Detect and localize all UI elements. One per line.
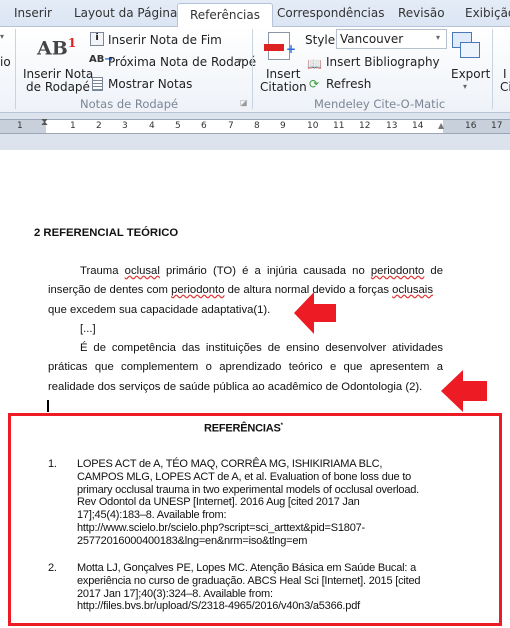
plus-icon: + xyxy=(286,42,297,56)
ribbon: io ▾ AB1 Inserir Nota de Rodapé i Inseri… xyxy=(0,27,510,113)
reference-line: 25772016000400183&lng=en&nrm=iso&tlng=em xyxy=(77,534,308,547)
reference-line: experiência no curso de graduação. ABCS … xyxy=(77,574,421,587)
reference-line: http://www.scielo.br/scielo.php?script=s… xyxy=(77,522,366,534)
ruler-tick-label: 2 xyxy=(96,121,102,131)
reference-line: Motta LJ, Gonçalves PE, Lopes MC. Atençã… xyxy=(77,562,416,574)
paragraph-line: É de competência das instituições de ens… xyxy=(80,342,443,354)
label: Insert Bibliography xyxy=(326,55,440,69)
book-icon: 📖 xyxy=(307,57,322,71)
ruler-tick-label: 8 xyxy=(254,121,260,131)
label: Insert xyxy=(266,67,301,81)
dropdown-arrow-icon[interactable]: ▾ xyxy=(0,32,4,41)
paragraph-line: práticas que complementem o aprendizado … xyxy=(48,361,443,373)
cut-off-label: io xyxy=(0,55,11,69)
endnote-icon: i xyxy=(90,32,104,46)
red-arrow-left-icon xyxy=(294,292,336,334)
paragraph-line: realidade dos serviços de saúde pública … xyxy=(48,381,423,393)
group-label-mendeley: Mendeley Cite-O-Matic xyxy=(314,97,446,111)
reference-line: http://files.bvs.br/upload/S/2318-4965/2… xyxy=(77,600,360,613)
style-value: Vancouver xyxy=(340,32,404,46)
tab-layout[interactable]: Layout da Página xyxy=(74,6,177,20)
ruler-tick-label: 10 xyxy=(307,121,319,131)
label: de Rodapé xyxy=(26,80,90,94)
reference-line: CAMPOS MLG, LOPES ACT de A, et al. Evalu… xyxy=(77,470,412,483)
footnote-ab-icon: AB1 xyxy=(37,36,77,60)
ruler-tick-label: 13 xyxy=(386,121,398,131)
label: Inserir Nota de Fim xyxy=(108,33,222,47)
label: Refresh xyxy=(326,77,372,91)
ruler-tick-label: 9 xyxy=(280,121,286,131)
style-select[interactable]: Vancouver ▾ xyxy=(336,29,447,49)
chevron-down-icon: ▾ xyxy=(436,33,441,42)
ellipsis: [...] xyxy=(80,323,96,335)
reference-line: LOPES ACT de A, TÉO MAQ, CORRÊA MG, ISHI… xyxy=(77,458,383,470)
group-label-notas: Notas de Rodapé xyxy=(80,97,179,111)
ruler-tick-label: 12 xyxy=(359,121,371,131)
ruler-tick-label: 4 xyxy=(149,121,155,131)
chevron-down-icon: ▾ xyxy=(463,82,468,91)
label: Mostrar Notas xyxy=(108,77,193,91)
ruler-tick-label: 5 xyxy=(175,121,181,131)
ruler-tick-label: 3 xyxy=(122,121,128,131)
red-arrow-left-icon xyxy=(441,370,487,412)
cut-off-label: I xyxy=(503,67,507,81)
paragraph-line: inserção de dentes com periodonto de alt… xyxy=(48,284,433,296)
right-indent-marker-icon[interactable]: ▲ xyxy=(438,121,444,130)
tab-revisao[interactable]: Revisão xyxy=(398,6,445,20)
reference-line: 17];45(4):183–8. Available from: xyxy=(77,509,227,522)
cut-off-label: Ci xyxy=(500,80,510,94)
tab-correspondencias[interactable]: Correspondências xyxy=(277,6,384,20)
tab-referencias[interactable]: Referências xyxy=(177,3,273,28)
ruler-tick-label: 6 xyxy=(201,121,207,131)
text-cursor xyxy=(47,400,49,412)
refresh-icon: ⟳ xyxy=(309,77,320,91)
ribbon-tabs: Inserir Layout da Página Referências Cor… xyxy=(0,0,510,28)
references-title: REFERÊNCIAS* xyxy=(204,422,283,435)
notes-icon xyxy=(92,77,103,91)
label: Citation xyxy=(260,80,307,94)
ruler-tick-label: 17 xyxy=(491,121,503,131)
reference-line: Rev Odontol da UNESP [Internet]. 2016 Au… xyxy=(77,496,360,509)
paragraph-line: que excedem sua capacidade adaptativa(1)… xyxy=(48,304,271,316)
reference-line: primary occlusal trauma in two experimen… xyxy=(77,483,420,496)
dialog-launcher-icon[interactable]: ◪ xyxy=(240,98,248,107)
reference-number: 2. xyxy=(48,562,57,574)
ruler-tick-label: 14 xyxy=(412,121,424,131)
export-window2-icon xyxy=(460,42,480,58)
reference-line: 2017 Jan 17];40(3):324–8. Available from… xyxy=(77,587,273,600)
tab-exibicao[interactable]: Exibição xyxy=(465,6,510,20)
ruler-tick-label: 1 xyxy=(70,121,76,131)
chevron-down-icon[interactable]: ▾ xyxy=(238,56,242,65)
mendeley-logo-icon xyxy=(264,44,284,51)
style-label: Style: xyxy=(305,33,340,47)
label: Export xyxy=(451,67,491,81)
ruler-tick-label: 16 xyxy=(465,121,477,131)
ruler-tick-label: 11 xyxy=(333,121,345,131)
paragraph-line: Trauma oclusal primário (TO) é a injúria… xyxy=(80,265,444,277)
label: Próxima Nota de Rodapé xyxy=(108,55,257,69)
tab-inserir[interactable]: Inserir xyxy=(14,6,52,20)
ruler-tick-label: 1 xyxy=(17,121,23,131)
indent-marker-icon[interactable]: ⧗ xyxy=(41,117,48,128)
horizontal-ruler[interactable]: ⧗ ▲ 1 1 2 3 4 5 6 7 8 9 10 11 12 13 14 16 17 xyxy=(0,117,510,134)
section-heading: 2 REFERENCIAL TEÓRICO xyxy=(34,227,179,239)
label: Inserir Nota xyxy=(23,67,94,81)
ruler-tick-label: 7 xyxy=(228,121,234,131)
reference-number: 1. xyxy=(48,458,57,470)
